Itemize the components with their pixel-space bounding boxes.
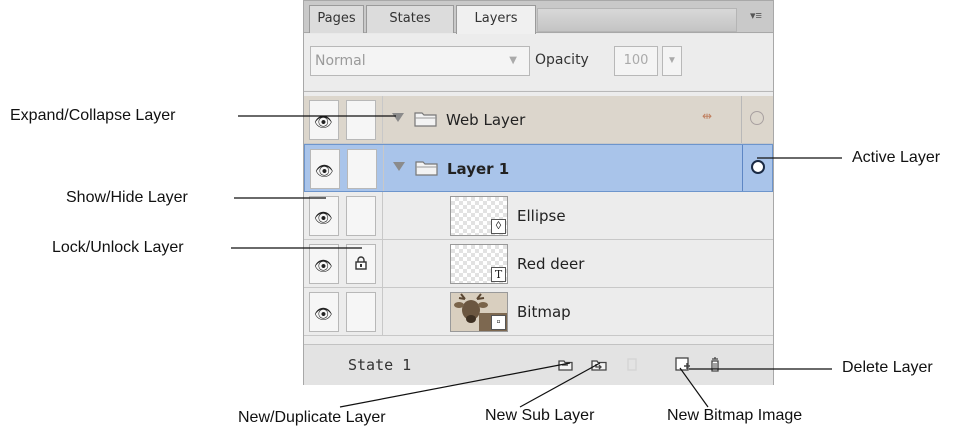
blend-mode-value: Normal [315,53,366,69]
lock-toggle[interactable] [346,196,376,236]
divider [742,145,743,191]
active-layer-indicator-icon[interactable] [750,111,764,125]
divider [382,288,383,335]
new-duplicate-layer-icon[interactable] [556,355,576,373]
visibility-toggle[interactable]: 👁 [309,292,339,332]
visibility-toggle[interactable]: 👁 [310,149,340,189]
new-bitmap-image-icon[interactable] [673,355,693,373]
panel-tab-bar: Pages States Layers ▾≡ [304,1,773,34]
expand-collapse-icon[interactable] [392,113,404,122]
object-name: Red deer [517,255,585,273]
eye-icon: 👁 [314,210,334,227]
web-layer-share-icon: ⇹ [702,109,713,123]
callout-expand-collapse: Expand/Collapse Layer [10,107,176,124]
bitmap-thumbnail: ▫ [450,292,508,332]
active-layer-indicator-icon[interactable] [751,160,765,174]
divider [383,145,384,191]
tab-states[interactable]: States [366,5,454,33]
disabled-layer-icon [627,358,637,371]
object-thumbnail: T [450,244,508,284]
callout-active-layer: Active Layer [852,149,941,166]
bitmap-type-icon: ▫ [491,315,506,330]
opacity-dropdown-button[interactable]: ▼ [662,46,682,76]
state-label: State 1 [348,356,412,374]
opacity-label: Opacity [535,52,589,68]
object-thumbnail: ◊ [450,196,508,236]
lock-toggle[interactable] [347,149,377,189]
lock-icon [355,256,367,270]
layers-list: 👁 Web Layer ⇹ 👁 Layer 1 👁 ◊ Ellipse 👁 T … [304,91,773,344]
callout-delete-layer: Delete Layer [842,359,933,376]
layer-name: Web Layer [446,111,526,129]
layers-panel: Pages States Layers ▾≡ Normal ▼ Opacity … [303,0,774,385]
vector-shape-icon: ◊ [491,219,506,234]
callout-lock-unlock: Lock/Unlock Layer [52,239,184,256]
layer-row-layer-1[interactable]: 👁 Layer 1 [304,144,773,192]
folder-icon [415,161,438,176]
lock-toggle[interactable] [346,100,376,140]
layer-name: Layer 1 [447,160,510,178]
blend-mode-dropdown[interactable]: Normal ▼ [310,46,530,76]
eye-icon: 👁 [314,114,334,131]
layer-row-web-layer[interactable]: 👁 Web Layer ⇹ [304,96,773,144]
object-name: Ellipse [517,207,566,225]
folder-icon [414,112,437,127]
trash-icon[interactable] [706,355,726,373]
visibility-toggle[interactable]: 👁 [309,196,339,236]
object-row-ellipse[interactable]: 👁 ◊ Ellipse [304,192,773,240]
layer-options-bar: Normal ▼ Opacity 100 ▼ [304,34,773,90]
callout-new-duplicate-layer: New/Duplicate Layer [238,409,386,426]
divider [382,240,383,287]
visibility-toggle[interactable]: 👁 [309,244,339,284]
tab-pages[interactable]: Pages [309,5,364,33]
callout-show-hide: Show/Hide Layer [66,189,188,206]
expand-collapse-icon[interactable] [393,162,405,171]
object-row-red-deer[interactable]: 👁 T Red deer [304,240,773,288]
lock-toggle[interactable] [346,292,376,332]
callout-new-sub-layer: New Sub Layer [485,407,595,424]
opacity-input[interactable]: 100 [614,46,658,76]
text-type-icon: T [491,267,506,282]
panel-menu-icon[interactable]: ▾≡ [747,9,765,23]
callout-new-bitmap-image: New Bitmap Image [667,407,803,424]
divider [741,96,742,143]
divider [382,96,383,143]
new-sub-layer-icon[interactable] [589,355,609,373]
eye-icon: 👁 [314,306,334,323]
chevron-down-icon: ▼ [509,55,517,66]
eye-icon: 👁 [314,258,334,275]
lock-toggle[interactable] [346,244,376,284]
object-name: Bitmap [517,303,571,321]
layers-status-bar: State 1 [304,344,773,385]
object-row-bitmap[interactable]: 👁 ▫ Bitmap [304,288,773,336]
tab-layers[interactable]: Layers [456,5,536,34]
visibility-toggle[interactable]: 👁 [309,100,339,140]
eye-icon: 👁 [315,163,335,180]
tab-bar-filler [537,8,737,32]
divider [382,192,383,239]
